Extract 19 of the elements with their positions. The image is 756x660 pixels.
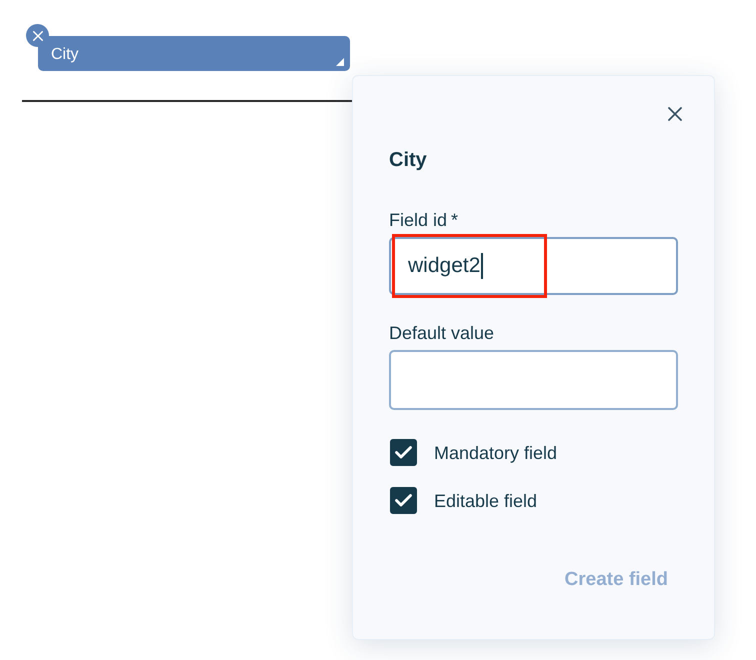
input-field[interactable] (389, 350, 678, 410)
close-button[interactable] (668, 107, 682, 121)
text-cursor (481, 253, 484, 279)
close-icon (668, 107, 682, 121)
close-icon (32, 30, 42, 40)
checkbox[interactable] (390, 487, 417, 514)
check-icon (395, 446, 412, 459)
checkbox-label: Mandatory field (434, 442, 558, 464)
input-field[interactable]: widget2 (389, 237, 678, 295)
checkbox[interactable] (390, 439, 417, 466)
panel-title: City (389, 148, 428, 172)
checkbox-label: Editable field (434, 490, 538, 512)
check-icon (395, 494, 412, 507)
resize-handle-icon[interactable] (336, 58, 344, 66)
field-tag[interactable]: City (38, 36, 350, 71)
required-mark: * (451, 209, 458, 231)
field-label: Field id (389, 209, 448, 231)
tag-label: City (51, 45, 79, 65)
field-label: Default value (389, 322, 494, 344)
